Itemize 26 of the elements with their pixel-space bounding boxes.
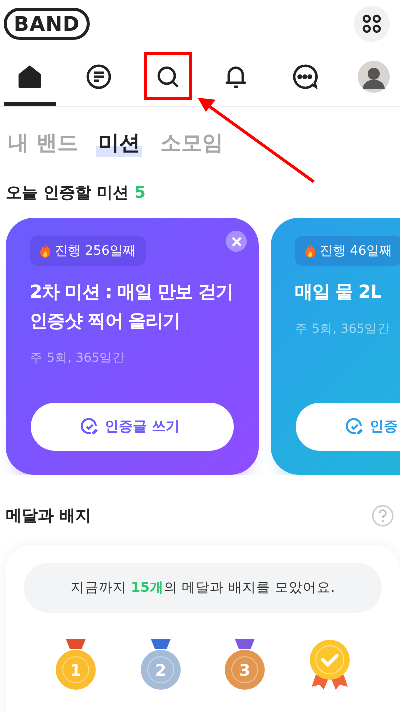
home-icon	[16, 63, 44, 91]
flame-icon	[305, 244, 316, 258]
streak-label: 진행 46일째	[295, 236, 400, 266]
avatar-icon	[358, 61, 390, 93]
section-title: 오늘 인증할 미션 5	[6, 183, 146, 202]
section-title: 메달과 배지	[6, 506, 92, 526]
check-edit-icon	[81, 418, 99, 436]
summary-text: 지금까지 15개 의 메달과 배지를 모았어요.	[70, 579, 336, 597]
list-icon	[84, 63, 113, 91]
segment-tab[interactable]: 내 밴드	[6, 129, 80, 157]
flame-icon	[40, 244, 51, 258]
band-logo: BAND	[4, 8, 90, 40]
streak-label: 진행 256일째	[30, 236, 146, 266]
write-post-button[interactable]: 인증	[296, 403, 400, 451]
mission-schedule: 주 5회, 365일간	[295, 321, 392, 338]
mission-title: 2차 미션 : 매일 만보 걷기 인증샷 찍어 올리기	[30, 281, 234, 334]
chat-icon	[291, 63, 320, 91]
segment-tab[interactable]: 소모임	[158, 129, 226, 157]
mission-schedule: 주 5회, 365일간	[30, 350, 127, 367]
close-icon	[232, 236, 242, 246]
check-edit-icon	[346, 418, 364, 436]
apps-button[interactable]	[354, 6, 390, 42]
close-button[interactable]	[226, 231, 247, 252]
grid-icon	[362, 14, 382, 34]
mission-title: 매일 물 2L	[295, 281, 382, 305]
write-post-button[interactable]: 인증글 쓰기	[31, 403, 234, 451]
